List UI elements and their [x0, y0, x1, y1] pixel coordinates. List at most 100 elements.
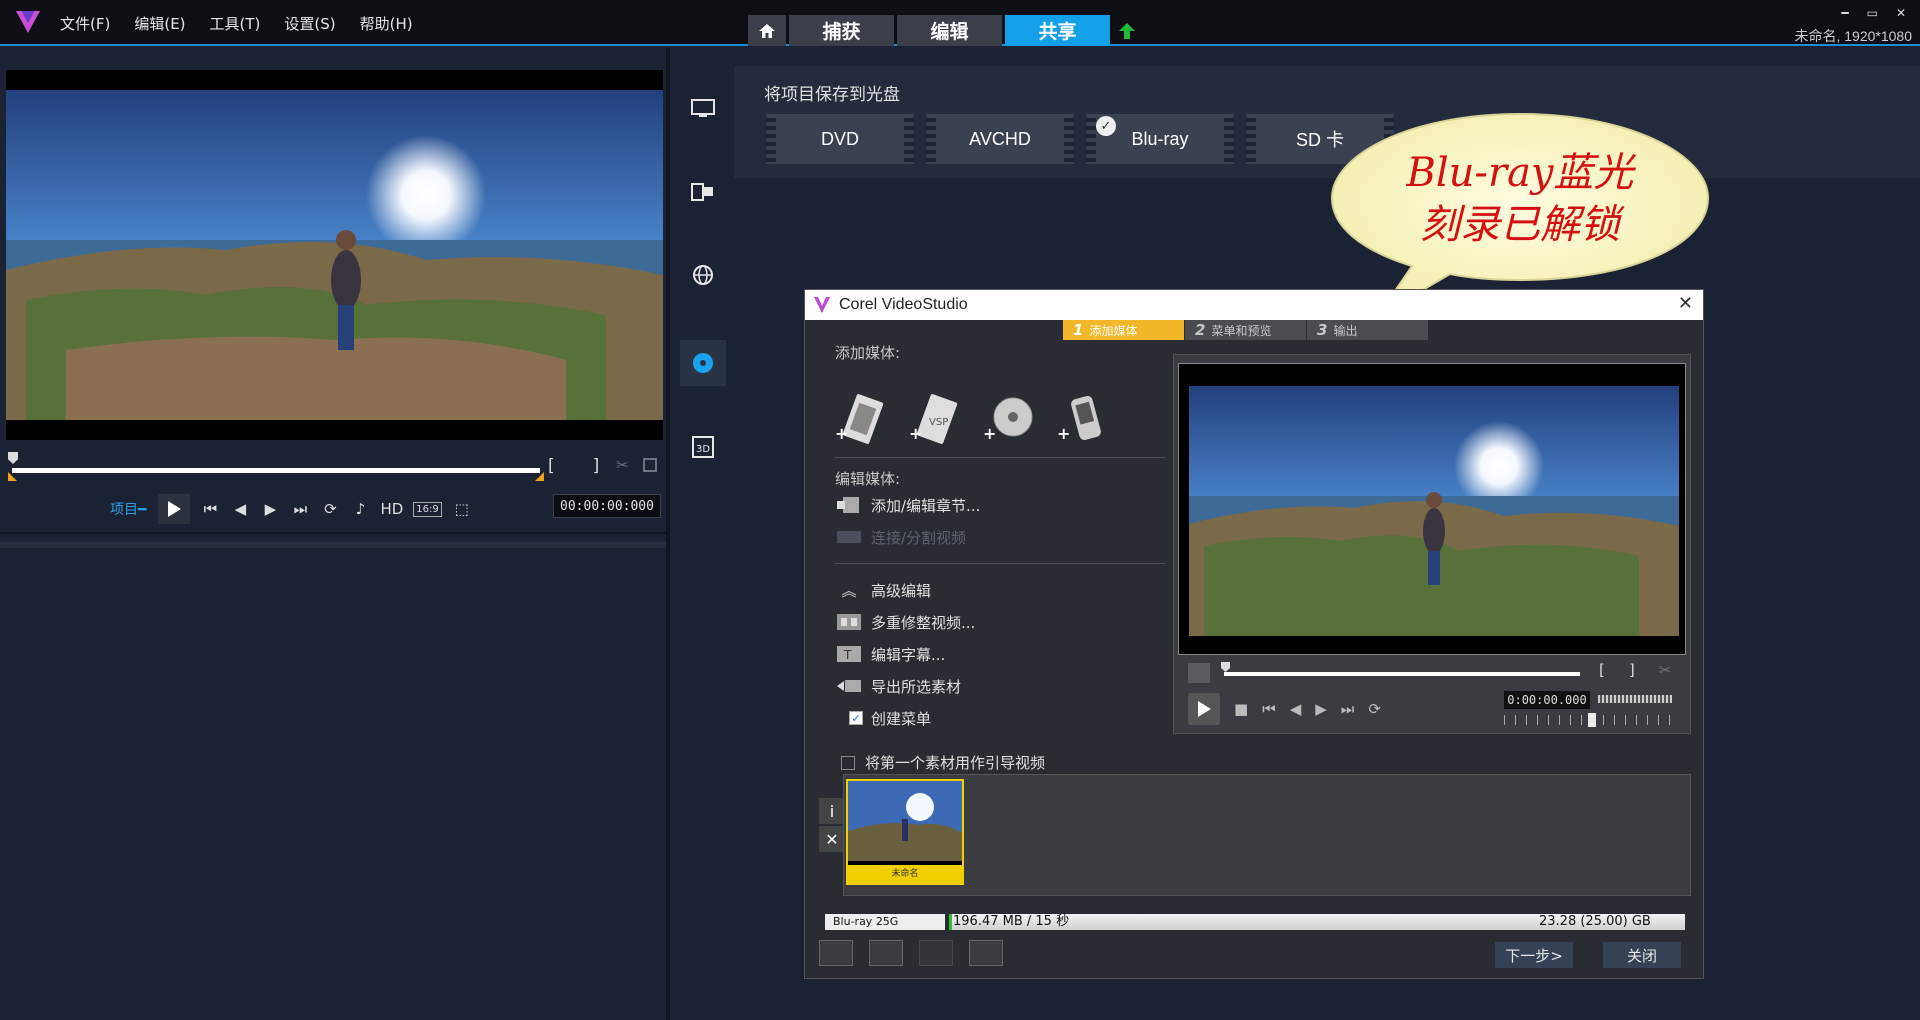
add-vsp-button[interactable]: VSP + [909, 393, 959, 445]
split-icon[interactable]: ✂ [616, 456, 629, 474]
dialog-mark-out-button[interactable]: ] [1629, 661, 1635, 679]
avchd-button[interactable]: AVCHD [926, 114, 1074, 164]
go-end-icon[interactable]: ⏭ [1341, 700, 1355, 718]
first-clip-intro-option[interactable]: 将第一个素材用作引导视频 [841, 752, 1045, 773]
dialog-play-button[interactable] [1188, 693, 1220, 725]
repeat-icon[interactable]: ⟳ [1368, 700, 1381, 718]
next-frame-icon[interactable]: ▶ [1315, 700, 1327, 718]
tab-share[interactable]: 共享 [1005, 15, 1110, 46]
globe-icon [693, 265, 713, 285]
menu-help[interactable]: 帮助(H) [360, 13, 413, 34]
close-window-button[interactable]: ✕ [1896, 6, 1906, 20]
home-icon [759, 23, 775, 38]
resize-icon[interactable]: ⬚ [452, 500, 472, 518]
tab-edit[interactable]: 编辑 [897, 15, 1002, 46]
play-button[interactable] [158, 494, 191, 524]
volume-slider[interactable] [1598, 695, 1672, 703]
create-menu-option[interactable]: ✓ 创建菜单 [835, 702, 1175, 734]
timecode-display[interactable]: 00:00:00:000 [553, 494, 661, 518]
bluray-button[interactable]: ✓ Blu-ray [1086, 114, 1234, 164]
remove-clip-icon[interactable]: ✕ [819, 826, 845, 852]
add-device-button[interactable]: + [1057, 393, 1107, 445]
bluray-label: Blu-ray [1131, 128, 1189, 149]
go-start-icon[interactable]: ⏮ [200, 500, 220, 518]
hd-preview-button[interactable]: HD [380, 500, 403, 518]
upload-icon[interactable] [1118, 22, 1136, 40]
mark-out-button[interactable]: ] [593, 456, 600, 476]
dialog-scrubber-handle[interactable] [1221, 662, 1230, 672]
go-end-icon[interactable]: ⏭ [290, 500, 310, 518]
repeat-icon[interactable]: ⟳ [320, 500, 340, 518]
export-selected-button[interactable]: 导出所选素材 [835, 670, 1175, 702]
close-dialog-button[interactable]: 关闭 [1603, 942, 1681, 968]
project-clip-toggle[interactable]: 项目━ [110, 499, 146, 519]
dialog-timecode[interactable]: 0:00:00.000 [1504, 691, 1590, 709]
first-clip-intro-checkbox[interactable] [841, 755, 855, 770]
prev-frame-icon[interactable]: ◀ [1290, 700, 1302, 718]
add-chapter-button[interactable]: 添加/编辑章节... [835, 489, 1175, 521]
add-disc-button[interactable]: + [983, 393, 1033, 445]
aspect-ratio-button[interactable]: 16:9 [413, 501, 442, 517]
go-start-icon[interactable]: ⏮ [1262, 700, 1276, 718]
step-label: 菜单和预览 [1211, 323, 1272, 338]
trim-end-marker[interactable] [535, 472, 544, 481]
videostudio-logo-icon [814, 297, 830, 313]
prev-frame-icon[interactable]: ◀ [230, 500, 250, 518]
multi-trim-label: 多重修整视频... [871, 613, 976, 632]
advanced-edit-toggle[interactable]: ︽ 高级编辑 [835, 574, 1175, 606]
divider [0, 542, 666, 548]
menu-settings[interactable]: 设置(S) [284, 13, 335, 34]
disc-output-button[interactable] [680, 340, 726, 386]
scrubber-track[interactable] [8, 452, 544, 481]
next-frame-icon[interactable]: ▶ [260, 500, 280, 518]
tab-capture[interactable]: 捕获 [789, 15, 894, 46]
shuttle-slider[interactable] [1504, 713, 1674, 727]
disc-icon [693, 353, 713, 373]
menu-tools[interactable]: 工具(T) [210, 13, 261, 34]
dialog-scrubber-track[interactable] [1221, 662, 1580, 676]
disc-type-select[interactable]: Blu-ray 25G [825, 914, 945, 930]
trim-start-marker[interactable] [8, 472, 17, 481]
multi-trim-button[interactable]: 多重修整视频... [835, 606, 1175, 638]
add-video-button[interactable]: + [835, 393, 885, 445]
computer-output-button[interactable] [680, 86, 726, 132]
dialog-split-icon[interactable]: ✂ [1659, 661, 1672, 679]
dialog-mark-in-button[interactable]: [ [1599, 661, 1605, 679]
volume-icon[interactable]: ♪ [350, 500, 370, 518]
step-output[interactable]: 3 输出 [1307, 320, 1429, 340]
dialog-close-icon[interactable]: ✕ [1678, 293, 1693, 314]
home-button[interactable] [748, 15, 786, 46]
print-label-icon[interactable] [969, 940, 1003, 966]
shuttle-knob[interactable] [1588, 713, 1596, 727]
stop-icon[interactable]: ■ [1234, 700, 1248, 718]
dialog-preview-window[interactable] [1178, 363, 1686, 655]
divider [835, 457, 1165, 458]
settings-gear-icon[interactable] [869, 940, 903, 966]
snapshot-icon[interactable] [643, 458, 657, 472]
menu-file[interactable]: 文件(F) [60, 13, 110, 34]
step-add-media[interactable]: 1 添加媒体 [1063, 320, 1185, 340]
dialog-footer-tools [819, 940, 1003, 966]
step-menu-preview[interactable]: 2 菜单和预览 [1185, 320, 1307, 340]
preview-window[interactable] [6, 70, 663, 440]
project-settings-icon[interactable] [819, 940, 853, 966]
edit-subtitle-button[interactable]: T 编辑字幕... [835, 638, 1175, 670]
subtitle-toggle-button[interactable] [1188, 663, 1210, 683]
info-icon[interactable]: i [819, 798, 845, 824]
device-output-button[interactable] [680, 168, 726, 214]
3d-output-button[interactable]: 3D [680, 424, 726, 470]
join-split-button[interactable]: 连接/分割视频 [835, 521, 1175, 553]
scrubber-handle[interactable] [8, 452, 18, 464]
menu-edit[interactable]: 编辑(E) [134, 13, 185, 34]
minimize-button[interactable]: ━ [1841, 6, 1848, 20]
dvd-button[interactable]: DVD [766, 114, 914, 164]
create-menu-checkbox[interactable]: ✓ [849, 711, 863, 725]
edit-media-label: 编辑媒体: [835, 470, 901, 488]
restore-button[interactable]: ▭ [1867, 6, 1878, 20]
clip-thumbnail[interactable]: 未命名 [846, 779, 964, 885]
mark-in-button[interactable]: [ [548, 456, 555, 476]
dvd-label: DVD [820, 128, 859, 149]
web-output-button[interactable] [680, 252, 726, 298]
aspect-ratio-icon[interactable] [919, 940, 953, 966]
next-button[interactable]: 下一步> [1495, 942, 1573, 968]
